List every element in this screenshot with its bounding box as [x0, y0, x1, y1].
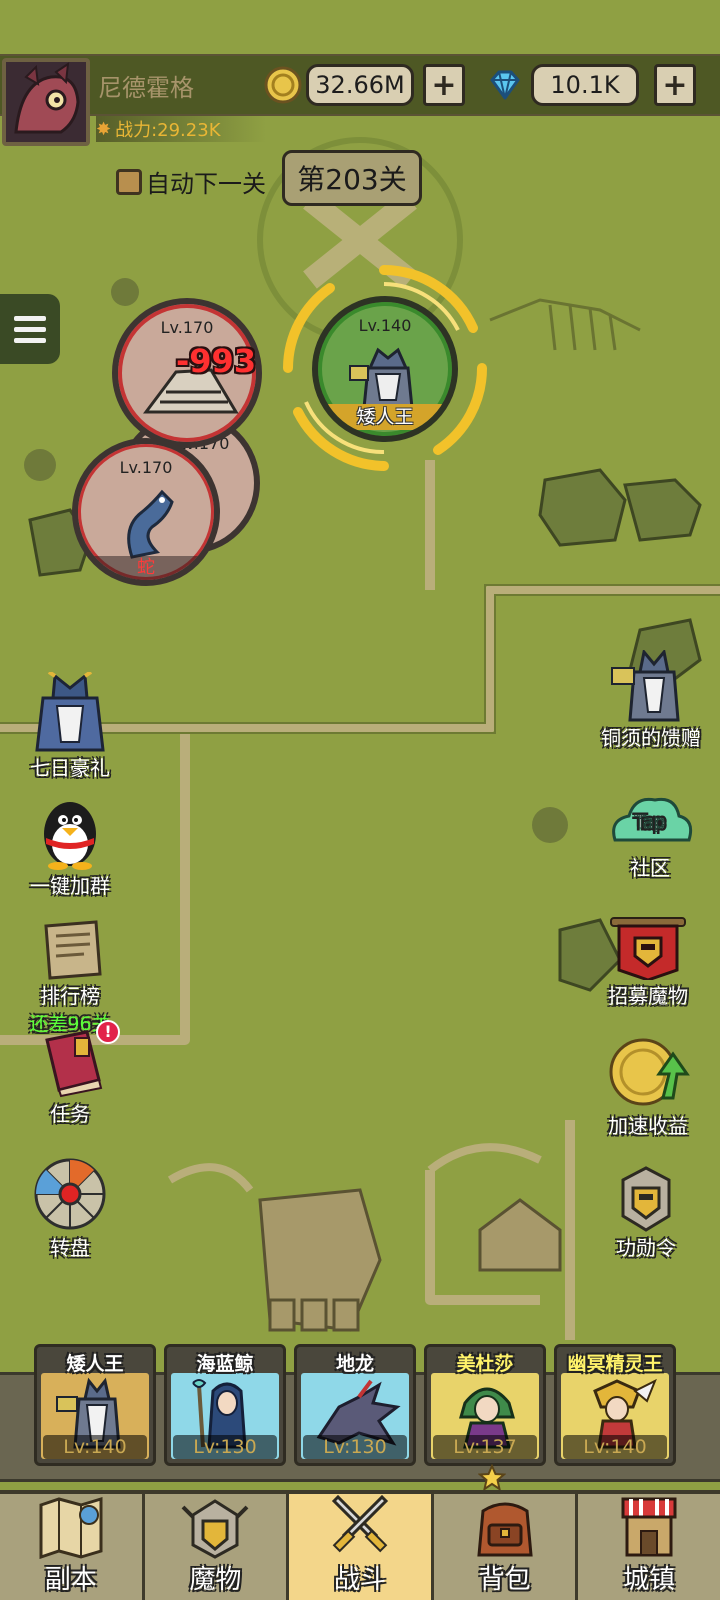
auto-next-checkbox[interactable]	[116, 168, 142, 195]
auto-next-label: 自动下一关	[146, 170, 266, 198]
dwarf-king-icon	[35, 672, 105, 752]
player-avatar[interactable]	[2, 58, 90, 146]
seven-day-gift-label: 七日豪礼	[30, 756, 110, 780]
dwarf-king-icon	[611, 650, 680, 722]
wheel-icon	[34, 1158, 106, 1230]
hero-card-medusa[interactable]: 美杜莎 Lv:137	[424, 1344, 546, 1466]
nav-label: 魔物	[189, 1565, 242, 1595]
hero-card-earth-dragon[interactable]: 地龙 Lv:130	[294, 1344, 416, 1466]
hero-name: 矮人王	[66, 1353, 124, 1375]
hero-name: 海蓝鲸	[196, 1353, 254, 1375]
auto-next-toggle[interactable]: 自动下一关	[116, 164, 266, 199]
main-menu-button[interactable]	[0, 294, 60, 364]
enemy-name: 蛇	[78, 556, 214, 580]
gold-coin-icon	[264, 66, 302, 104]
nav-tab-battle[interactable]: 战斗	[289, 1494, 434, 1600]
enemy-unit-1[interactable]: Lv.170 -993	[112, 298, 262, 448]
dwarf-king-icon	[349, 347, 414, 410]
diamond-icon	[490, 70, 520, 100]
nav-label: 战斗	[333, 1565, 386, 1595]
copper-beard-gift-label: 铜须的馈赠	[601, 726, 701, 750]
hero-level: Lv:140	[563, 1435, 667, 1459]
helmet-icon	[181, 1499, 249, 1559]
add-gold-button[interactable]: +	[423, 64, 465, 106]
backpack-icon	[476, 1502, 533, 1557]
hero-name: 幽冥精灵王	[567, 1353, 663, 1375]
shop-icon	[621, 1497, 677, 1557]
hero-level: Lv:130	[173, 1435, 277, 1459]
banner-helmet-icon	[610, 917, 686, 980]
nav-tab-backpack[interactable]: 背包	[434, 1494, 579, 1600]
nav-label: 背包	[478, 1565, 531, 1595]
scroll-icon	[44, 920, 102, 980]
hero-level: Lv:140	[43, 1435, 147, 1459]
combat-power: ✸ 战力:29.23K	[96, 116, 266, 142]
enemy-level: Lv.170	[119, 458, 173, 477]
penguin-icon	[44, 802, 96, 870]
tap-community-icon: Tap	[612, 797, 693, 842]
gold-amount: 32.66M	[306, 64, 414, 106]
hero-card-sea-whale[interactable]: 海蓝鲸 Lv:130	[164, 1344, 286, 1466]
boss-unit[interactable]: Lv.140 矮人王	[312, 296, 458, 442]
map-icon	[39, 1496, 103, 1559]
enemy-unit-3[interactable]: Lv.170 蛇	[72, 438, 220, 586]
hero-level: Lv:130	[303, 1435, 407, 1459]
svg-text:Tap: Tap	[634, 812, 665, 833]
nav-tab-dungeon[interactable]: 副本	[0, 1494, 145, 1600]
join-group-label: 一键加群	[30, 874, 110, 898]
seven-day-gift-button[interactable]: 七日豪礼	[10, 672, 130, 781]
nav-label: 副本	[44, 1565, 97, 1595]
task-notification-icon: !	[96, 1020, 120, 1044]
task-label: 任务	[50, 1102, 90, 1126]
recruit-monster-button[interactable]: 招募魔物	[582, 914, 714, 1009]
speed-up-income-label: 加速收益	[608, 1114, 688, 1138]
hero-name: 地龙	[335, 1353, 374, 1375]
snake-monster-icon	[127, 489, 174, 559]
recruit-monster-label: 招募魔物	[608, 984, 688, 1008]
task-button[interactable]: ! 任务	[10, 1020, 130, 1127]
dragon-avatar-icon	[6, 62, 86, 142]
wheel-button[interactable]: 转盘	[10, 1156, 130, 1261]
hamburger-line-icon	[14, 337, 46, 343]
leaderboard-label: 排行榜	[40, 984, 100, 1008]
player-name: 尼德霍格	[98, 74, 194, 102]
hamburger-line-icon	[14, 315, 46, 321]
stage-level-badge: 第203关	[282, 150, 422, 206]
hamburger-line-icon	[14, 326, 46, 332]
damage-number: -993	[176, 342, 257, 380]
boss-name: 矮人王	[318, 404, 452, 430]
hero-card-nether-elf-king[interactable]: 幽冥精灵王 Lv:140	[554, 1344, 676, 1466]
gem-amount: 10.1K	[531, 64, 639, 106]
merit-order-button[interactable]: 功勋令	[586, 1166, 706, 1261]
nav-tab-town[interactable]: 城镇	[578, 1494, 720, 1600]
community-button[interactable]: Tap 社区	[590, 790, 710, 881]
coin-arrow-icon	[609, 1038, 690, 1106]
wheel-label: 转盘	[50, 1236, 90, 1260]
nav-label: 城镇	[623, 1565, 676, 1595]
leaderboard-button[interactable]: 排行榜 还差96关	[10, 918, 130, 1036]
merit-order-label: 功勋令	[616, 1236, 676, 1260]
hero-name: 美杜莎	[456, 1353, 514, 1375]
power-icon: ✸	[96, 118, 112, 140]
add-gems-button[interactable]: +	[654, 64, 696, 106]
copper-beard-gift-button[interactable]: 铜须的馈赠	[586, 650, 716, 751]
power-value: 战力:29.23K	[115, 120, 221, 141]
helmet-badge-icon	[621, 1166, 671, 1232]
nav-tab-monsters[interactable]: 魔物	[145, 1494, 290, 1600]
speed-up-income-button[interactable]: 加速收益	[582, 1034, 714, 1139]
bottom-navigation: 副本 魔物 战斗 背包 城镇	[0, 1490, 720, 1600]
join-group-button[interactable]: 一键加群	[10, 792, 130, 899]
hero-card-dwarf-king[interactable]: 矮人王 Lv:140	[34, 1344, 156, 1466]
community-label: 社区	[630, 856, 670, 880]
enemy-level: Lv.170	[160, 318, 214, 337]
crossed-swords-icon	[331, 1495, 389, 1553]
boss-level: Lv.140	[358, 316, 412, 335]
hero-level: Lv:137	[433, 1435, 537, 1459]
star-icon	[478, 1464, 506, 1492]
